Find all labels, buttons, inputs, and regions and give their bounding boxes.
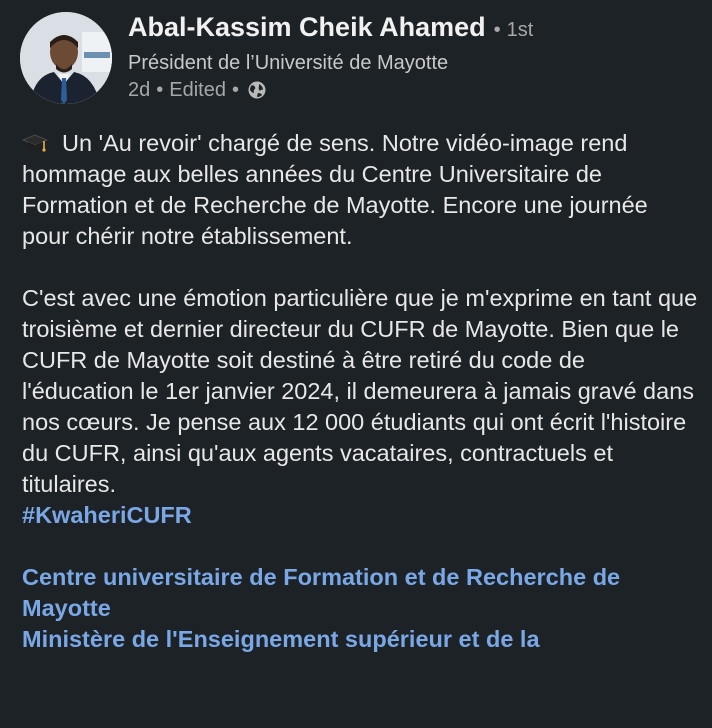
avatar-photo: [20, 12, 112, 104]
post-time: 2d: [128, 78, 151, 101]
edited-label: Edited: [169, 78, 226, 101]
hashtag-link[interactable]: #KwaheriCUFR: [22, 500, 698, 531]
connection-degree: 1st: [506, 19, 534, 41]
mention-link-cufr[interactable]: Centre universitaire de Formation et de …: [22, 562, 698, 624]
separator-dot: •: [231, 78, 239, 101]
post-paragraph-1: Un 'Au revoir' chargé de sens. Notre vid…: [21, 128, 698, 252]
graduation-cap-icon: [21, 131, 49, 153]
post-time-row: 2d • Edited •: [128, 76, 533, 104]
author-headline: Président de l’Université de Mayotte: [128, 52, 449, 74]
globe-icon: [247, 80, 267, 100]
post-paragraph-2: C'est avec une émotion particulière que …: [22, 285, 698, 497]
post-header: Abal-Kassim Cheik Ahamed • 1st Président…: [20, 12, 533, 104]
name-row: Abal-Kassim Cheik Ahamed • 1st: [128, 12, 533, 50]
post-card: Abal-Kassim Cheik Ahamed • 1st Président…: [0, 0, 712, 728]
post-paragraph-1-text: Un 'Au revoir' chargé de sens. Notre vid…: [22, 130, 648, 249]
post-body: Un 'Au revoir' chargé de sens. Notre vid…: [21, 128, 698, 655]
mention-link-ministere[interactable]: Ministère de l'Enseignement supérieur et…: [22, 624, 698, 655]
avatar[interactable]: [20, 12, 112, 104]
separator-dot: •: [493, 19, 501, 41]
author-meta: Abal-Kassim Cheik Ahamed • 1st Président…: [128, 12, 533, 104]
separator-dot: •: [156, 78, 164, 101]
author-name[interactable]: Abal-Kassim Cheik Ahamed: [128, 12, 486, 43]
